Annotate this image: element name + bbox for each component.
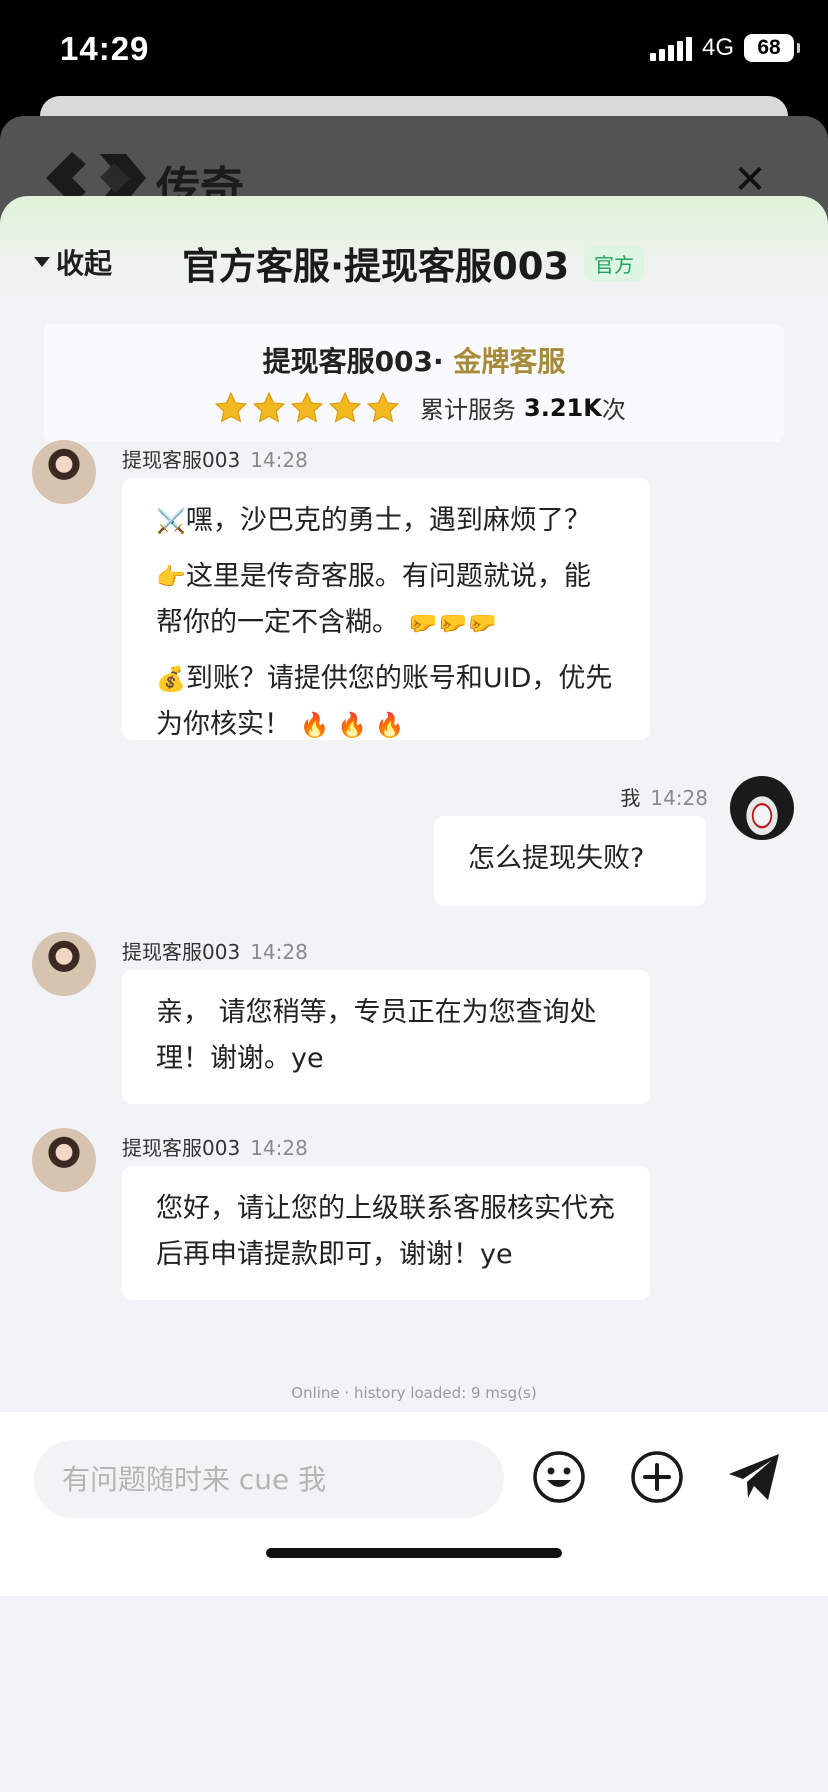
sender-name: 提现客服003: [122, 448, 241, 472]
status-right: 4G 68: [649, 34, 800, 62]
message-meta: 提现客服003 14:28: [122, 444, 308, 473]
star-icon: [366, 391, 400, 423]
star-icon: [328, 391, 362, 423]
chat-title: 官方客服·提现客服003: [182, 245, 570, 288]
fire-icon: 🔥 🔥 🔥: [299, 711, 405, 739]
served-count: 3.21K: [524, 393, 602, 422]
agent-name-row: 提现客服003· 金牌客服: [44, 340, 784, 380]
message-meta: 我 14:28: [620, 782, 708, 811]
message-bubble: 亲， 请您稍等，专员正在为您查询处理！谢谢。ye: [122, 970, 650, 1104]
agent-stats: 累计服务 3.21K 次: [214, 390, 626, 425]
message-line: 👉这里是传奇客服。有问题就说，能帮你的一定不含糊。 🤛🤛🤛: [156, 561, 591, 638]
agent-info-card: 提现客服003· 金牌客服 累计服务 3.21K 次: [44, 324, 784, 442]
home-indicator: [266, 1548, 562, 1558]
message-time: 14:28: [650, 786, 708, 810]
message-bubble: ⚔️嘿，沙巴克的勇士，遇到麻烦了？ 👉这里是传奇客服。有问题就说，能帮你的一定不…: [122, 478, 650, 740]
rating-stars: [214, 391, 400, 425]
star-icon: [214, 391, 248, 423]
served-suffix: 次: [601, 396, 626, 424]
caret-down-icon: [34, 257, 50, 267]
served-prefix: 累计服务: [420, 396, 516, 424]
agent-name: 提现客服003·: [262, 345, 444, 378]
collapse-label: 收起: [56, 247, 113, 280]
pointing-hand-icon: 👉: [156, 563, 186, 591]
chat-header: 收起 官方客服·提现客服003 官方: [0, 196, 828, 296]
agent-avatar[interactable]: [32, 440, 96, 504]
message-text: 您好，请让您的上级联系客服核实代充后再申请提款即可，谢谢！ye: [156, 1193, 615, 1270]
sender-name: 我: [620, 786, 641, 810]
message-line: 💰到账？请提供您的账号和UID，优先为你核实！ 🔥 🔥 🔥: [156, 663, 613, 740]
agent-avatar[interactable]: [32, 1128, 96, 1192]
sender-name: 提现客服003: [122, 940, 241, 964]
connection-status: Online · history loaded: 9 msg(s): [291, 1384, 537, 1402]
battery-icon: 68: [744, 34, 800, 62]
message-bubble: 您好，请让您的上级联系客服核实代充后再申请提款即可，谢谢！ye: [122, 1166, 650, 1300]
money-bag-icon: 💰: [156, 665, 186, 693]
fist-bump-icon: 🤛🤛🤛: [407, 609, 498, 637]
star-icon: [290, 391, 324, 423]
user-avatar[interactable]: [730, 776, 794, 840]
send-icon[interactable]: [726, 1450, 782, 1504]
message-time: 14:28: [250, 940, 308, 964]
status-time: 14:29: [60, 30, 150, 67]
message-line: ⚔️嘿，沙巴克的勇士，遇到麻烦了？: [156, 505, 591, 536]
collapse-button[interactable]: 收起: [34, 242, 112, 282]
message-input[interactable]: [34, 1440, 504, 1518]
chat-sheet: 收起 官方客服·提现客服003 官方 提现客服003· 金牌客服 累计服务 3.…: [0, 196, 828, 1792]
message-meta: 提现客服003 14:28: [122, 936, 308, 965]
signal-icon: [649, 35, 692, 61]
swords-icon: ⚔️: [156, 507, 186, 535]
network-type: 4G: [701, 34, 734, 61]
sender-name: 提现客服003: [122, 1136, 241, 1160]
message-text: 怎么提现失败?: [468, 843, 645, 874]
status-bar: 14:29 4G 68: [0, 0, 828, 100]
agent-level: 金牌客服: [453, 345, 566, 378]
agent-avatar[interactable]: [32, 932, 96, 996]
message-time: 14:28: [250, 1136, 308, 1160]
input-bar: [0, 1412, 828, 1596]
official-badge: 官方: [584, 246, 644, 281]
message-meta: 提现客服003 14:28: [122, 1132, 308, 1161]
emoji-icon[interactable]: [532, 1450, 586, 1504]
plus-icon[interactable]: [630, 1450, 684, 1504]
star-icon: [252, 391, 286, 423]
message-bubble: 怎么提现失败?: [434, 816, 706, 906]
message-time: 14:28: [250, 448, 308, 472]
message-text: 亲， 请您稍等，专员正在为您查询处理！谢谢。ye: [156, 997, 597, 1074]
